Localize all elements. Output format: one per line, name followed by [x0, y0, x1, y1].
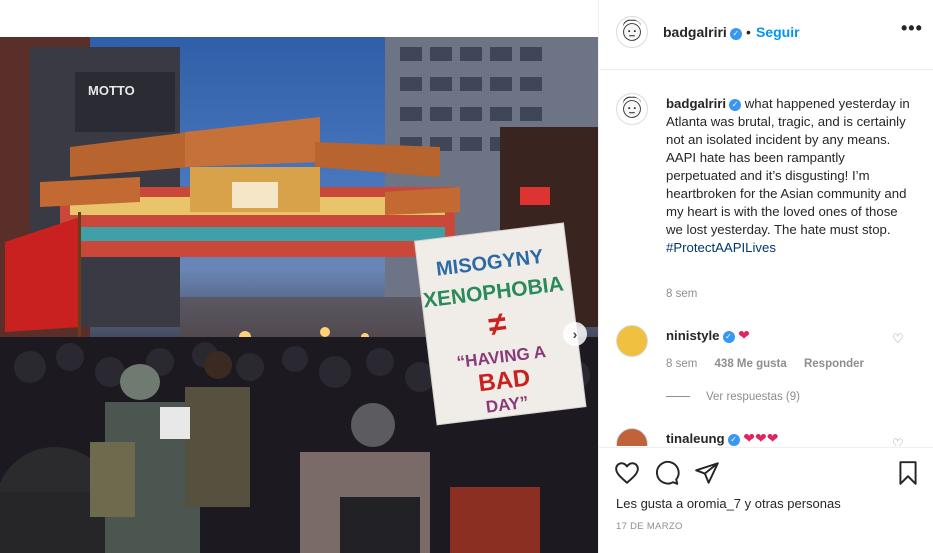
save-bookmark-icon[interactable]: [895, 460, 921, 486]
comment-time: 8 sem: [666, 358, 698, 370]
chevron-right-icon: ›: [572, 326, 578, 342]
motto-sign: MOTTO: [88, 83, 135, 98]
avatar[interactable]: [616, 16, 648, 48]
cartoon-face-avatar-icon: [622, 19, 642, 41]
verified-badge-icon: ✓: [729, 99, 742, 111]
comment-avatar[interactable]: [616, 325, 648, 357]
photo-top-margin: [0, 0, 598, 37]
verified-badge-icon: ✓: [727, 434, 740, 446]
like-heart-icon[interactable]: [614, 460, 640, 486]
reply-button[interactable]: Responder: [804, 358, 864, 370]
more-options-icon[interactable]: •••: [901, 18, 923, 39]
hashtag-link[interactable]: #ProtectAAPILives: [666, 240, 776, 255]
view-replies-label[interactable]: Ver respuestas (9): [706, 391, 800, 403]
comment-text: ❤❤❤: [743, 430, 779, 446]
comment-meta: 8 sem 438 Me gusta Responder: [666, 358, 878, 370]
comment-like-heart-icon[interactable]: ♡: [892, 436, 904, 446]
comments-section[interactable]: badgalriri ✓ what happened yesterday in A…: [599, 71, 933, 446]
protest-scene-image: MOTTO MISOGYNY XENOPHOBIA ≠ “HAVING A BA…: [0, 37, 598, 553]
post-side-panel: badgalriri ✓ • Seguir ••• badgalriri ✓ wha…: [598, 0, 933, 553]
post-actions: Les gusta a oromia_7 y otras personas 17…: [599, 447, 933, 553]
post-date: 17 DE MARZO: [616, 521, 683, 532]
comment-avatar[interactable]: [616, 428, 648, 446]
cartoon-face-avatar-icon: [622, 96, 642, 118]
caption-time: 8 sem: [666, 288, 698, 300]
comment-bubble-icon[interactable]: [654, 460, 680, 486]
verified-badge-icon: ✓: [729, 28, 742, 40]
share-paper-plane-icon[interactable]: [694, 460, 720, 486]
follow-button[interactable]: Seguir: [756, 24, 800, 40]
post-photo[interactable]: MOTTO MISOGYNY XENOPHOBIA ≠ “HAVING A BA…: [0, 37, 598, 553]
caption-username[interactable]: badgalriri: [666, 96, 726, 111]
view-replies-button[interactable]: Ver respuestas (9): [666, 391, 800, 403]
comment-row: tinaleung ✓ ❤❤❤: [666, 430, 779, 446]
carousel-next-button[interactable]: ›: [563, 322, 587, 346]
post-header: badgalriri ✓ • Seguir •••: [599, 0, 933, 70]
separator-dot: •: [746, 24, 751, 40]
comment-likes[interactable]: 438 Me gusta: [715, 358, 787, 370]
comment-text: ❤: [738, 327, 750, 343]
verified-badge-icon: ✓: [722, 331, 735, 343]
comment-username[interactable]: tinaleung: [666, 431, 725, 446]
post-caption: badgalriri ✓ what happened yesterday in A…: [666, 95, 911, 257]
username-text[interactable]: badgalriri: [663, 24, 727, 40]
likes-summary[interactable]: Les gusta a oromia_7 y otras personas: [616, 496, 841, 511]
comment-username[interactable]: ninistyle: [666, 328, 720, 343]
caption-text: what happened yesterday in Atlanta was b…: [666, 96, 910, 237]
comment-like-heart-icon[interactable]: ♡: [892, 331, 904, 347]
replies-divider: [666, 396, 690, 398]
comment-row: ninistyle ✓ ❤: [666, 327, 750, 344]
caption-avatar[interactable]: [616, 93, 648, 125]
post-username[interactable]: badgalriri ✓: [663, 24, 742, 40]
